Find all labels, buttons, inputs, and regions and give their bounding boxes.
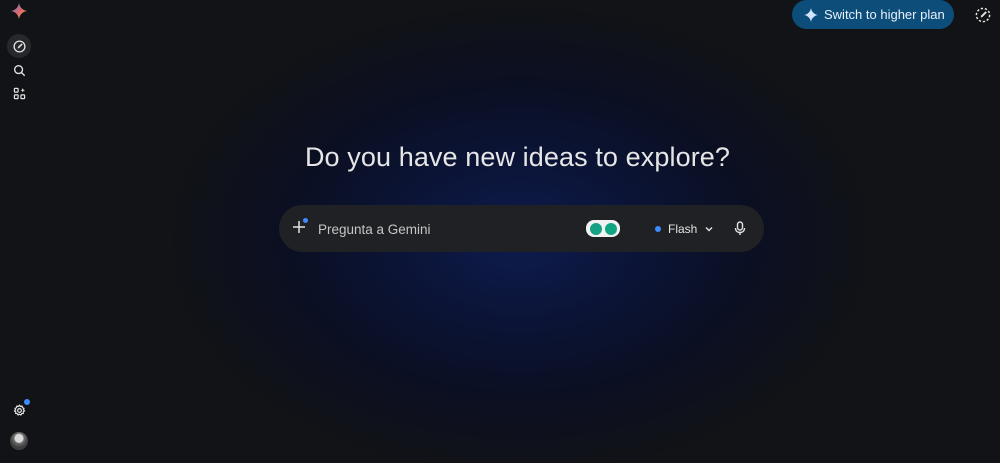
gemini-logo-icon[interactable] [11,3,27,19]
search-button[interactable] [7,58,31,82]
avatar[interactable] [10,432,28,450]
sparkle-icon [804,7,818,22]
new-chat-icon [12,39,26,53]
add-attachment-button[interactable] [292,218,308,236]
settings-icon [13,403,25,416]
new-chat-button[interactable] [7,34,31,58]
grammarly-extension[interactable] [586,220,620,237]
upgrade-plan-button[interactable]: Switch to higher plan [792,0,954,29]
apps-icon [13,87,25,99]
sidebar-rail [0,0,38,463]
model-label: Flash [668,222,698,236]
notification-badge [24,399,30,405]
search-icon [13,64,25,76]
temporary-chat-button[interactable] [972,4,994,26]
microphone-button[interactable] [731,219,749,237]
edit-icon [975,7,991,23]
upgrade-plan-label: Switch to higher plan [824,7,945,22]
grammarly-bulb-icon [589,222,602,235]
model-selector[interactable]: Flash [655,219,714,239]
mic-icon [734,220,746,235]
attachment-badge [303,218,308,223]
apps-button[interactable] [7,81,31,105]
settings-button[interactable] [7,398,31,422]
grammarly-icon [604,222,617,235]
app: Switch to higher plan Do you have new id… [0,0,1000,463]
prompt-input[interactable] [318,218,568,240]
chevron-down-icon [705,227,713,232]
prompt-bar: Flash [279,205,764,252]
page-title: Do you have new ideas to explore? [304,142,731,172]
model-status-dot [655,226,661,232]
